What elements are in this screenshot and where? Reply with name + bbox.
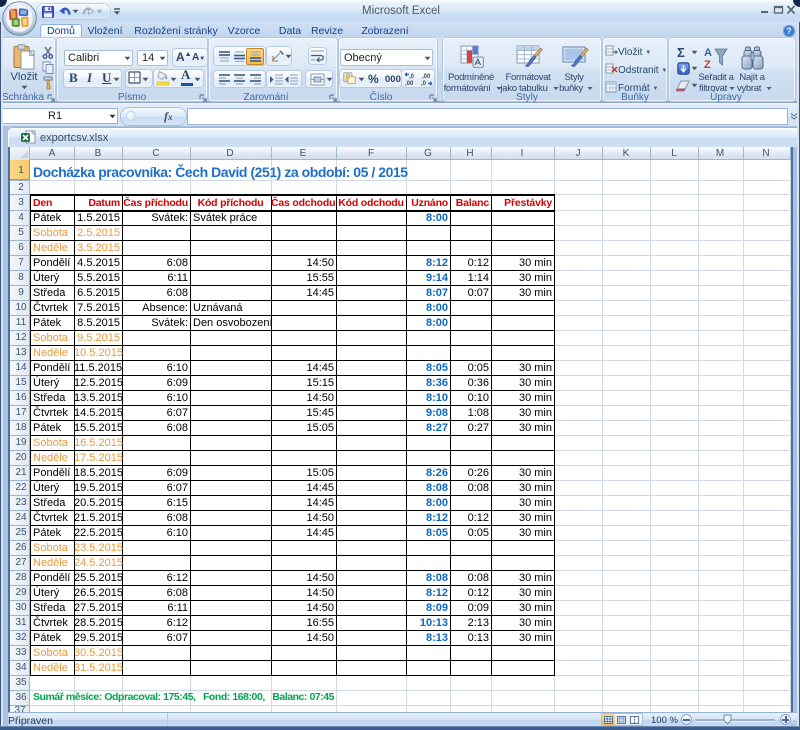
svg-text:Z: Z — [704, 59, 711, 71]
svg-text:A: A — [704, 47, 712, 59]
svg-text:,0: ,0 — [409, 74, 415, 80]
svg-text:?: ? — [786, 26, 791, 36]
svg-text:,0: ,0 — [421, 81, 427, 87]
svg-text:,00: ,00 — [422, 74, 431, 80]
svg-text:,00: ,00 — [405, 81, 414, 87]
